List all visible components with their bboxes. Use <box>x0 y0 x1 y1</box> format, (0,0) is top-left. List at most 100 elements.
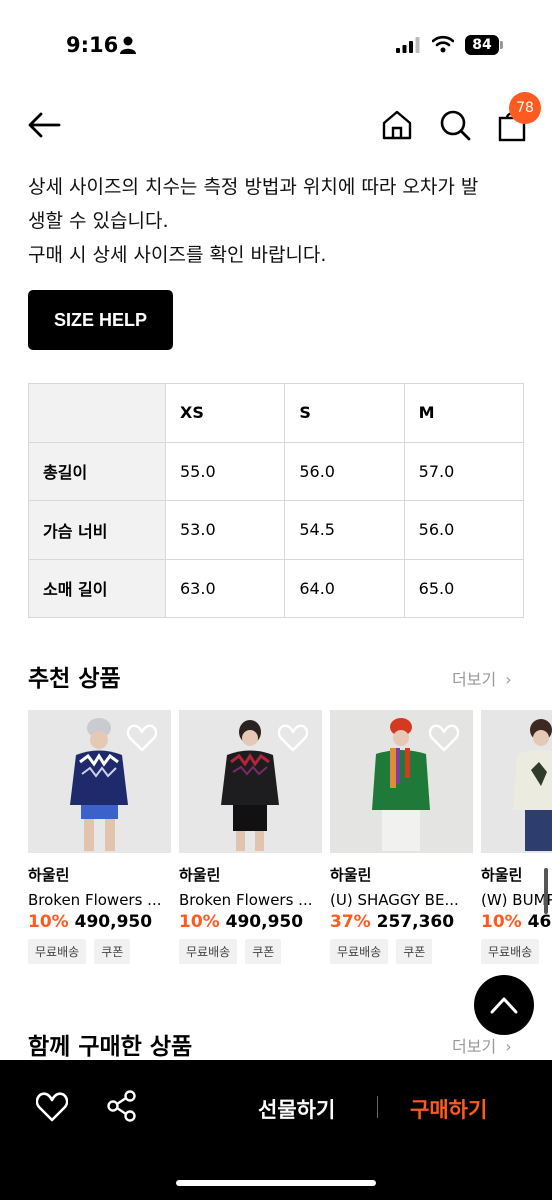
product-image[interactable] <box>28 710 171 853</box>
signal-icon <box>396 37 420 53</box>
table-cell: 56.0 <box>284 441 405 501</box>
product-brand: 하울린 <box>179 866 221 884</box>
recommended-more-link[interactable]: 더보기 › <box>452 666 512 690</box>
size-notice: 상세 사이즈의 치수는 측정 방법과 위치에 따라 오차가 발 생할 수 있습니… <box>28 170 528 272</box>
notice-line-1: 상세 사이즈의 치수는 측정 방법과 위치에 따라 오차가 발 <box>28 176 479 198</box>
chevron-right-icon: › <box>505 1037 512 1056</box>
divider <box>377 1096 378 1118</box>
table-row: 소매 길이 63.0 64.0 65.0 <box>28 558 525 618</box>
product-price: 490,950 <box>225 912 304 932</box>
cart-count-badge: 78 <box>509 92 541 124</box>
more-label: 더보기 <box>452 1037 497 1056</box>
table-row: 가슴 너비 53.0 54.5 56.0 <box>28 500 525 560</box>
chevron-up-icon <box>490 997 518 1014</box>
table-cell: 56.0 <box>403 500 525 560</box>
status-time: 9:16 <box>66 33 119 57</box>
product-price-line: 10% 460 <box>481 912 552 932</box>
gift-button[interactable]: 선물하기 <box>258 1094 335 1124</box>
row-label-total-length: 총길이 <box>28 441 166 501</box>
row-label-chest-width: 가슴 너비 <box>28 500 166 560</box>
recommended-carousel[interactable]: 하울린 Broken Flowers ... 10% 490,950 무료배송 … <box>28 710 552 980</box>
product-name: Broken Flowers ... <box>28 891 162 909</box>
buy-button[interactable]: 구매하기 <box>410 1094 487 1124</box>
tag-coupon: 쿠폰 <box>245 939 282 964</box>
product-tags: 무료배송 <box>481 939 552 964</box>
table-cell: 65.0 <box>403 558 525 618</box>
notice-line-3: 구매 시 상세 사이즈를 확인 바랍니다. <box>28 244 327 266</box>
table-cell: 54.5 <box>284 500 405 560</box>
table-cell: 57.0 <box>403 441 525 501</box>
size-table-corner <box>28 383 166 443</box>
product-brand: 하울린 <box>28 866 70 884</box>
search-icon[interactable] <box>438 108 472 142</box>
tag-coupon: 쿠폰 <box>94 939 131 964</box>
size-header-s: S <box>284 383 405 443</box>
product-discount: 10% <box>481 912 522 932</box>
home-indicator <box>176 1180 376 1186</box>
product-discount: 10% <box>28 912 69 932</box>
chevron-right-icon: › <box>505 670 512 689</box>
product-image[interactable] <box>481 710 552 853</box>
heart-icon[interactable] <box>127 724 157 752</box>
bought-together-title: 함께 구매한 상품 <box>28 1034 193 1060</box>
heart-icon[interactable] <box>36 1092 68 1122</box>
product-image[interactable] <box>330 710 473 853</box>
bottom-action-bar: 선물하기 구매하기 <box>0 1060 552 1200</box>
size-header-xs: XS <box>164 383 286 443</box>
battery-level: 84 <box>465 35 499 55</box>
product-tags: 무료배송 쿠폰 <box>179 939 322 964</box>
status-bar: 9:16 84 <box>0 0 552 92</box>
product-price: 257,360 <box>376 912 455 932</box>
carousel-scrollbar[interactable] <box>544 868 548 914</box>
notice-line-2: 생할 수 있습니다. <box>28 210 169 232</box>
size-table: XS S M 총길이 55.0 56.0 57.0 가슴 너비 53.0 54.… <box>28 383 525 618</box>
product-price: 490,950 <box>74 912 153 932</box>
product-price-line: 10% 490,950 <box>179 912 322 932</box>
row-label-sleeve-length: 소매 길이 <box>28 558 166 618</box>
product-discount: 10% <box>179 912 220 932</box>
tag-coupon: 쿠폰 <box>396 939 433 964</box>
table-cell: 64.0 <box>284 558 405 618</box>
table-row: 총길이 55.0 56.0 57.0 <box>28 441 525 501</box>
product-name: (U) SHAGGY BE... <box>330 891 459 909</box>
battery-indicator: 84 <box>465 35 503 55</box>
product-card[interactable]: 하울린 Broken Flowers ... 10% 490,950 무료배송 … <box>179 710 322 964</box>
product-name: Broken Flowers ... <box>179 891 313 909</box>
share-icon[interactable] <box>106 1090 138 1122</box>
product-discount: 37% <box>330 912 371 932</box>
battery-tip <box>500 41 503 49</box>
table-cell: 63.0 <box>164 558 286 618</box>
product-name: (W) BUMP <box>481 891 552 909</box>
tag-free-shipping: 무료배송 <box>179 939 238 964</box>
scroll-to-top-button[interactable] <box>474 975 534 1035</box>
product-price-line: 37% 257,360 <box>330 912 473 932</box>
product-brand: 하울린 <box>481 866 523 884</box>
table-cell: 53.0 <box>164 500 286 560</box>
product-card[interactable]: 하울린 (U) SHAGGY BE... 37% 257,360 무료배송 쿠폰 <box>330 710 473 964</box>
heart-icon[interactable] <box>278 724 308 752</box>
recommended-title: 추천 상품 <box>28 666 121 692</box>
product-card[interactable]: 하울린 Broken Flowers ... 10% 490,950 무료배송 … <box>28 710 171 964</box>
back-arrow-icon[interactable] <box>26 110 62 140</box>
product-card[interactable]: 하울린 (W) BUMP 10% 460 무료배송 <box>481 710 552 964</box>
top-nav: 78 <box>0 92 552 156</box>
heart-icon[interactable] <box>429 724 459 752</box>
more-label: 더보기 <box>452 670 497 689</box>
product-image[interactable] <box>179 710 322 853</box>
product-price: 460 <box>527 912 552 932</box>
bought-together-more-link[interactable]: 더보기 › <box>452 1033 512 1057</box>
wifi-icon <box>432 35 454 53</box>
size-help-button[interactable]: SIZE HELP <box>28 290 173 350</box>
table-cell: 55.0 <box>164 441 286 501</box>
product-price-line: 10% 490,950 <box>28 912 171 932</box>
person-icon <box>120 36 136 54</box>
tag-free-shipping: 무료배송 <box>28 939 87 964</box>
home-icon[interactable] <box>380 108 414 142</box>
product-brand: 하울린 <box>330 866 372 884</box>
model-figure-cream-sweater <box>481 710 552 853</box>
size-table-header-row: XS S M <box>28 383 525 443</box>
tag-free-shipping: 무료배송 <box>330 939 389 964</box>
size-header-m: M <box>403 383 525 443</box>
tag-free-shipping: 무료배송 <box>481 939 540 964</box>
product-tags: 무료배송 쿠폰 <box>28 939 171 964</box>
